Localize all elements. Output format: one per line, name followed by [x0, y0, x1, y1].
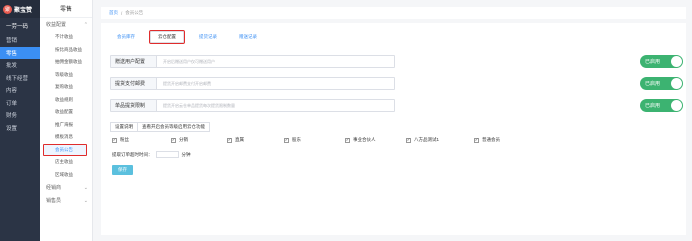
sub-group-label: 销售员: [46, 198, 62, 204]
toggle-knob: [671, 56, 682, 67]
checkbox-label: 股东: [292, 137, 301, 142]
checkbox-icon: ✓: [406, 137, 411, 143]
settings-card: 会员库存 云仓配置 提货记录 赠送记录 赠送用户配置 开启后赠送用户仅可赠送用户…: [101, 23, 686, 235]
checkbox-label: 普通会员: [482, 137, 500, 142]
setting-input[interactable]: 提货开启云仓单品提货每次提货限制数量: [157, 100, 394, 111]
chevron-down-icon: ⌄: [83, 197, 88, 204]
sub-item-7[interactable]: 推广海报: [40, 119, 92, 132]
timeout-input[interactable]: [155, 151, 179, 158]
setting-label: 提货支付邮费: [111, 78, 157, 89]
sub-group-sales[interactable]: 销售员 ⌄: [40, 194, 92, 207]
sub-group-label: 收益配置: [46, 22, 67, 28]
sub-group-label: 经销商: [46, 185, 62, 191]
nav-item-retail[interactable]: 零售: [0, 46, 40, 59]
sub-item-0[interactable]: 不计收益: [40, 31, 92, 44]
tab-gift-records[interactable]: 赠送记录: [232, 31, 264, 43]
sub-item-11[interactable]: 区域收益: [40, 169, 92, 182]
toggle-knob: [671, 100, 682, 111]
sub-group-income[interactable]: 收益配置 ⌃: [40, 18, 92, 31]
breadcrumb-separator: /: [121, 10, 123, 16]
sub-item-8[interactable]: 模板消息: [40, 131, 92, 144]
checkbox-label: 八方品测试1: [414, 137, 440, 142]
chevron-down-icon: ⌄: [83, 184, 88, 191]
checkbox-icon: ✓: [171, 137, 176, 143]
breadcrumb-home[interactable]: 首页: [109, 10, 118, 16]
tab-pickup-records[interactable]: 提货记录: [192, 31, 224, 43]
sub-item-2[interactable]: 抽佣金额收益: [40, 56, 92, 69]
nav-item-orders[interactable]: 订单: [0, 97, 40, 110]
settings-note-button[interactable]: 设置说明: [110, 122, 138, 132]
sub-group-dealer[interactable]: 经销商 ⌄: [40, 181, 92, 194]
checkbox-label: 事业合伙人: [353, 137, 376, 142]
sub-menu: 零售 收益配置 ⌃ 不计收益 按比商品收益 抽佣金额收益 等级收益 复购收益 收…: [40, 0, 93, 241]
nav-item-top[interactable]: 一劳一码: [0, 18, 40, 34]
tab-bar: 会员库存 云仓配置 提货记录 赠送记录: [110, 30, 264, 44]
sub-item-1[interactable]: 按比商品收益: [40, 44, 92, 57]
checkbox-label: 粉丝: [120, 137, 129, 142]
main-nav: 聚 聚宝赞 一劳一码 营销 零售 批发 线下经营 内容 订单 财务 设置: [0, 0, 40, 241]
checkbox-distribution[interactable]: ✓ 分销: [171, 137, 188, 143]
sub-item-member-notice[interactable]: 会员公告: [43, 143, 87, 156]
sub-menu-title: 零售: [40, 0, 92, 18]
toggle-gift-user[interactable]: 已启用: [640, 55, 683, 68]
nav-item-marketing[interactable]: 营销: [0, 34, 40, 47]
toggle-single-limit[interactable]: 已启用: [640, 99, 683, 112]
toggle-label: 已启用: [645, 81, 661, 87]
level-button-group: 设置说明 查看开启会员等级启用云仓功能: [110, 122, 210, 132]
checkbox-test[interactable]: ✓ 八方品测试1: [406, 137, 439, 143]
checkbox-icon: ✓: [112, 137, 117, 143]
chevron-up-icon: ⌃: [83, 21, 88, 28]
setting-row-single-limit: 单品提货限制 提货开启云仓单品提货每次提货限制数量: [110, 99, 395, 112]
member-level-checkboxes: ✓ 粉丝 ✓ 分销 ✓ 直属 ✓ 股东 ✓ 事业合伙人 ✓ 八方品测试1 ✓ 普…: [112, 137, 687, 145]
setting-label: 单品提货限制: [111, 100, 157, 111]
toggle-label: 已启用: [645, 103, 661, 109]
setting-input[interactable]: 提货开启邮费支付开启邮费: [157, 78, 394, 89]
setting-row-postage: 提货支付邮费 提货开启邮费支付开启邮费: [110, 77, 395, 90]
nav-item-finance[interactable]: 财务: [0, 109, 40, 122]
main-content: 首页 / 会员公告 会员库存 云仓配置 提货记录 赠送记录 赠送用户配置 开启后…: [93, 0, 692, 241]
toggle-postage[interactable]: 已启用: [640, 77, 683, 90]
sub-item-3[interactable]: 等级收益: [40, 69, 92, 82]
setting-label: 赠送用户配置: [111, 56, 157, 67]
brand-logo[interactable]: 聚 聚宝赞: [0, 0, 40, 18]
logo-icon: 聚: [3, 4, 12, 14]
checkbox-icon: ✓: [474, 137, 479, 143]
view-levels-button[interactable]: 查看开启会员等级启用云仓功能: [138, 122, 210, 132]
checkbox-fans[interactable]: ✓ 粉丝: [112, 137, 129, 143]
checkbox-partner[interactable]: ✓ 事业合伙人: [345, 137, 376, 143]
app-root: 聚 聚宝赞 一劳一码 营销 零售 批发 线下经营 内容 订单 财务 设置 零售 …: [0, 0, 692, 241]
nav-item-content[interactable]: 内容: [0, 84, 40, 97]
checkbox-label: 分销: [179, 137, 188, 142]
logo-text: 聚宝赞: [14, 7, 33, 14]
breadcrumb-current: 会员公告: [125, 10, 144, 15]
timeout-label: 提取订单超时时间：: [112, 151, 153, 157]
tab-cloud-config[interactable]: 云仓配置: [149, 30, 185, 44]
checkbox-icon: ✓: [227, 137, 232, 143]
save-button[interactable]: 保存: [112, 165, 133, 175]
toggle-knob: [671, 78, 682, 89]
checkbox-icon: ✓: [345, 137, 350, 143]
setting-input[interactable]: 开启后赠送用户仅可赠送用户: [157, 56, 394, 67]
sub-item-10[interactable]: 店主收益: [40, 156, 92, 169]
toggle-label: 已启用: [645, 59, 661, 65]
sub-item-5[interactable]: 收益规则: [40, 94, 92, 107]
checkbox-label: 直属: [235, 137, 244, 142]
sub-item-6[interactable]: 收益配置: [40, 106, 92, 119]
sub-item-4[interactable]: 复购收益: [40, 81, 92, 94]
nav-item-offline[interactable]: 线下经营: [0, 72, 40, 85]
timeout-unit: 分钟: [181, 151, 191, 157]
checkbox-shareholder[interactable]: ✓ 股东: [284, 137, 301, 143]
checkbox-icon: ✓: [284, 137, 289, 143]
tab-member-stock[interactable]: 会员库存: [110, 31, 142, 43]
checkbox-regular-member[interactable]: ✓ 普通会员: [474, 137, 500, 143]
nav-item-settings[interactable]: 设置: [0, 122, 40, 135]
breadcrumb: 首页 / 会员公告: [101, 7, 686, 19]
checkbox-direct[interactable]: ✓ 直属: [227, 137, 244, 143]
timeout-setting: 提取订单超时时间： 分钟: [112, 151, 191, 158]
setting-row-gift-user: 赠送用户配置 开启后赠送用户仅可赠送用户: [110, 55, 395, 68]
nav-item-wholesale[interactable]: 批发: [0, 59, 40, 72]
